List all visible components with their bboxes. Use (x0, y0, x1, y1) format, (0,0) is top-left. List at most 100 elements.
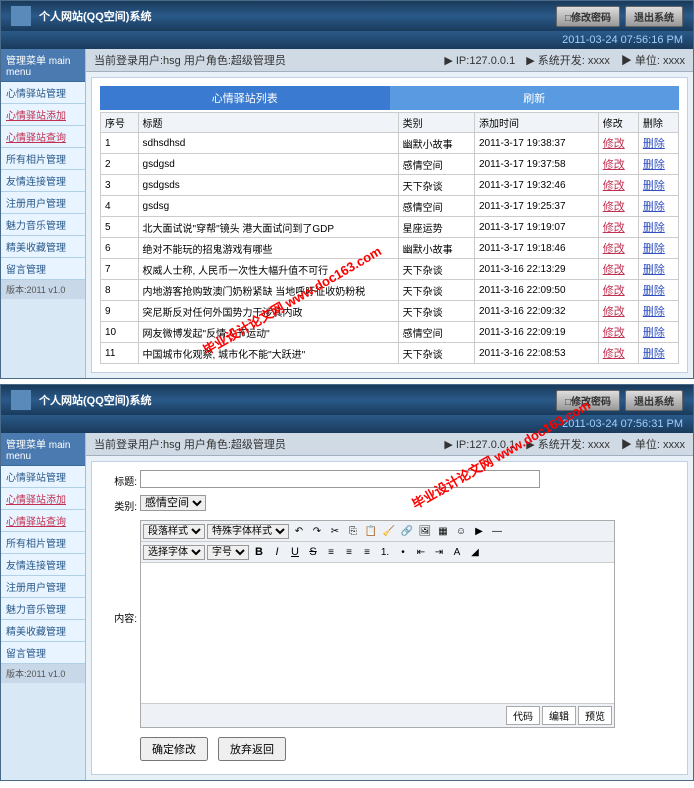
delete-link[interactable]: 删除 (643, 348, 665, 360)
undo-icon[interactable]: ↶ (291, 523, 307, 539)
delete-link[interactable]: 删除 (643, 159, 665, 171)
status-time: 2011-03-24 07:56:31 PM (562, 418, 683, 430)
emoji-icon[interactable]: ☺ (453, 523, 469, 539)
sidebar-item-3[interactable]: 所有相片管理 (1, 532, 85, 554)
edit-link[interactable]: 修改 (603, 243, 625, 255)
sidebar-item-1[interactable]: 心情驿站添加 (1, 488, 85, 510)
bgcolor-icon[interactable]: ◢ (467, 544, 483, 560)
panel-form: 个人网站(QQ空间)系统 □修改密码 退出系统 2011-03-24 07:56… (0, 384, 694, 781)
strike-icon[interactable]: S (305, 544, 321, 560)
edit-link[interactable]: 修改 (603, 138, 625, 150)
editor-tab-edit[interactable]: 编辑 (542, 706, 576, 725)
para-style-select[interactable]: 段落样式 (143, 524, 205, 539)
delete-link[interactable]: 删除 (643, 138, 665, 150)
align-center-icon[interactable]: ≡ (341, 544, 357, 560)
underline-icon[interactable]: U (287, 544, 303, 560)
align-right-icon[interactable]: ≡ (359, 544, 375, 560)
sidebar-item-4[interactable]: 友情连接管理 (1, 170, 85, 192)
sidebar-item-8[interactable]: 留言管理 (1, 642, 85, 664)
font-select[interactable]: 选择字体 (143, 545, 205, 560)
edit-link[interactable]: 修改 (603, 159, 625, 171)
infobar: 当前登录用户:hsg 用户角色:超级管理员 ▶ IP:127.0.0.1 ▶ 系… (86, 433, 693, 456)
sidebar-item-3[interactable]: 所有相片管理 (1, 148, 85, 170)
sidebar-item-2[interactable]: 心情驿站查询 (1, 126, 85, 148)
exit-button[interactable]: 退出系统 (625, 6, 683, 27)
category-select[interactable]: 感情空间 (140, 495, 206, 511)
sidebar-version: 版本:2011 v1.0 (1, 664, 85, 683)
infobar: 当前登录用户:hsg 用户角色:超级管理员 ▶ IP:127.0.0.1 ▶ 系… (86, 49, 693, 72)
sidebar-item-0[interactable]: 心情驿站管理 (1, 82, 85, 104)
edit-link[interactable]: 修改 (603, 306, 625, 318)
sidebar-item-7[interactable]: 精美收藏管理 (1, 620, 85, 642)
list-ol-icon[interactable]: 1. (377, 544, 393, 560)
table-row: 8内地游客抢购致澳门奶粉紧缺 当地呼吁征收奶粉税天下杂谈2011-3-16 22… (101, 280, 679, 301)
list-ul-icon[interactable]: • (395, 544, 411, 560)
sidebar-item-8[interactable]: 留言管理 (1, 258, 85, 280)
delete-link[interactable]: 删除 (643, 180, 665, 192)
col-cat: 类别 (398, 113, 474, 133)
sidebar-item-5[interactable]: 注册用户管理 (1, 192, 85, 214)
paste-icon[interactable]: 📋 (363, 523, 379, 539)
editor-tab-code[interactable]: 代码 (506, 706, 540, 725)
image-icon[interactable]: 🖼 (417, 523, 433, 539)
delete-link[interactable]: 删除 (643, 327, 665, 339)
italic-icon[interactable]: I (269, 544, 285, 560)
sidebar-item-6[interactable]: 魅力音乐管理 (1, 214, 85, 236)
font-style-select[interactable]: 特殊字体样式 (207, 524, 289, 539)
cancel-button[interactable]: 放弃返回 (218, 737, 286, 761)
system-info-label: ▶ IP:127.0.0.1 ▶ 系统开发: xxxx ▶ 单位: xxxx (444, 52, 685, 68)
edit-link[interactable]: 修改 (603, 201, 625, 213)
tab-list[interactable]: 心情驿站列表 (100, 86, 390, 110)
rich-editor: 段落样式 特殊字体样式 ↶ ↷ ✂ ⎘ 📋 🧹 🔗 🖼 ▦ (140, 520, 615, 728)
table-icon[interactable]: ▦ (435, 523, 451, 539)
color-icon[interactable]: A (449, 544, 465, 560)
change-password-button[interactable]: □修改密码 (556, 6, 620, 27)
outdent-icon[interactable]: ⇤ (413, 544, 429, 560)
align-left-icon[interactable]: ≡ (323, 544, 339, 560)
edit-link[interactable]: 修改 (603, 348, 625, 360)
statusbar: 2011-03-24 07:56:16 PM (1, 31, 693, 49)
sidebar: 管理菜单 main menu 心情驿站管理心情驿站添加心情驿站查询所有相片管理友… (1, 49, 86, 378)
editor-tab-preview[interactable]: 预览 (578, 706, 612, 725)
exit-button[interactable]: 退出系统 (625, 390, 683, 411)
edit-link[interactable]: 修改 (603, 264, 625, 276)
sidebar-item-1[interactable]: 心情驿站添加 (1, 104, 85, 126)
tab-refresh[interactable]: 刷新 (390, 86, 680, 110)
delete-link[interactable]: 删除 (643, 264, 665, 276)
col-no: 序号 (101, 113, 139, 133)
sidebar: 管理菜单 main menu 心情驿站管理心情驿站添加心情驿站查询所有相片管理友… (1, 433, 86, 780)
current-user-label: 当前登录用户:hsg 用户角色:超级管理员 (94, 436, 286, 452)
bold-icon[interactable]: B (251, 544, 267, 560)
sidebar-item-7[interactable]: 精美收藏管理 (1, 236, 85, 258)
change-password-button[interactable]: □修改密码 (556, 390, 620, 411)
col-time: 添加时间 (475, 113, 599, 133)
copy-icon[interactable]: ⎘ (345, 523, 361, 539)
title-label: 标题: (100, 470, 140, 491)
delete-link[interactable]: 删除 (643, 243, 665, 255)
edit-link[interactable]: 修改 (603, 222, 625, 234)
sidebar-item-2[interactable]: 心情驿站查询 (1, 510, 85, 532)
edit-link[interactable]: 修改 (603, 327, 625, 339)
delete-link[interactable]: 删除 (643, 285, 665, 297)
sidebar-item-5[interactable]: 注册用户管理 (1, 576, 85, 598)
sidebar-item-0[interactable]: 心情驿站管理 (1, 466, 85, 488)
hr-icon[interactable]: — (489, 523, 505, 539)
edit-link[interactable]: 修改 (603, 180, 625, 192)
size-select[interactable]: 字号 (207, 545, 249, 560)
edit-link[interactable]: 修改 (603, 285, 625, 297)
delete-link[interactable]: 删除 (643, 222, 665, 234)
delete-link[interactable]: 删除 (643, 201, 665, 213)
submit-button[interactable]: 确定修改 (140, 737, 208, 761)
sidebar-item-6[interactable]: 魅力音乐管理 (1, 598, 85, 620)
delete-link[interactable]: 删除 (643, 306, 665, 318)
editor-textarea[interactable] (141, 563, 614, 703)
table-row: 7权威人士称, 人民币一次性大幅升值不可行天下杂谈2011-3-16 22:13… (101, 259, 679, 280)
media-icon[interactable]: ▶ (471, 523, 487, 539)
clear-icon[interactable]: 🧹 (381, 523, 397, 539)
link-icon[interactable]: 🔗 (399, 523, 415, 539)
redo-icon[interactable]: ↷ (309, 523, 325, 539)
sidebar-item-4[interactable]: 友情连接管理 (1, 554, 85, 576)
indent-icon[interactable]: ⇥ (431, 544, 447, 560)
title-input[interactable] (140, 470, 540, 488)
cut-icon[interactable]: ✂ (327, 523, 343, 539)
